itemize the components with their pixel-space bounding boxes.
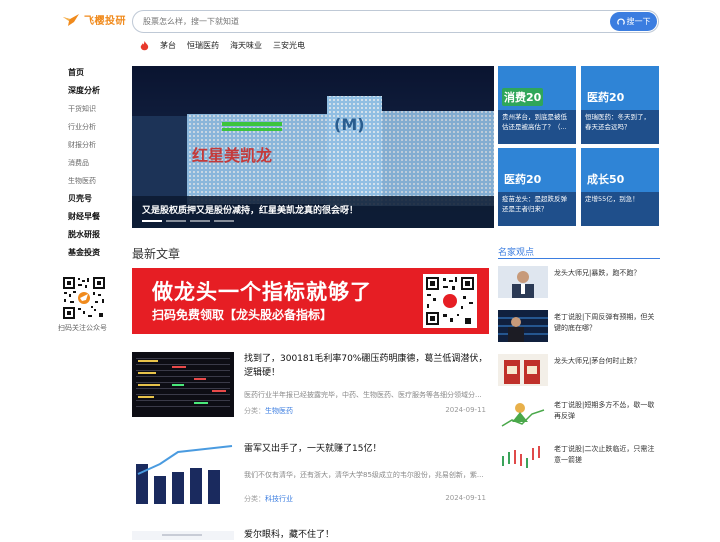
sidebar-item-consumer[interactable]: 消费品 [60,154,120,172]
expert-item[interactable]: 老丁说股|下周反弹有预期，但关键的底在哪？ [498,310,660,344]
sidebar-item-beike[interactable]: 贝壳号 [60,190,120,208]
carousel-dot[interactable] [190,220,210,222]
qr-caption: 扫码关注公众号 [58,324,107,332]
expert-thumbnail [498,354,548,386]
hot-stock-link[interactable]: 茅台 [160,40,176,51]
sidebar-item-funds[interactable]: 基金投资 [60,244,120,262]
carousel-dot[interactable] [142,220,162,222]
sidebar-item-industry[interactable]: 行业分析 [60,118,120,136]
category-label: 分类： [244,407,265,415]
expert-text: 龙头大师兄|茅台何时止跌？ [554,357,641,365]
tile-image: 医药20 [498,148,576,192]
article-thumbnail [132,442,234,507]
search-button-label: 搜一下 [626,17,651,26]
brand-name: 飞樱投研 [84,16,126,27]
tile-image: 消费20 [498,66,576,110]
category-label: 分类： [244,495,265,503]
banner-qr-code [423,274,477,328]
article-date: 2024-09-11 [445,494,486,502]
svg-text:(M): (M) [334,115,365,134]
expert-item[interactable]: 老丁说股|二次止跌临近，只需注意一箭搓 [498,442,660,476]
expert-text: 龙头大师兄|暴跌，跑不跑？ [554,269,641,277]
tile-text: 贵州茅台，到底是被低估还是被高估了？（... [498,110,576,144]
expert-item[interactable]: 龙头大师兄|暴跌，跑不跑？ [498,266,660,300]
tile-image: 成长50 [581,148,659,192]
tile-text: 定增55亿，别急！ [581,192,659,226]
hero-caption: 又是股权质押又是股份减持，红星美凯龙真的很会呀！ [142,206,359,216]
wechat-qr-code [62,276,106,320]
promo-banner[interactable]: 做龙头一个指标就够了 扫码免费领取【龙头股必备指标】 [132,268,489,334]
tile-badge: 成长50 [585,170,627,188]
tile-text: 恒瑞医药：冬天到了，春天还会远吗？ [581,110,659,144]
expert-item[interactable]: 老丁说股|短期多方不怂，歇一歇再反弹 [498,398,660,432]
expert-text: 老丁说股|二次止跌临近，只需注意一箭搓 [554,445,655,464]
expert-item[interactable]: 龙头大师兄|茅台何时止跌？ [498,354,660,388]
expert-text: 老丁说股|短期多方不怂，歇一歇再反弹 [554,401,655,420]
featured-tile[interactable]: 成长50 定增55亿，别急！ [581,148,659,226]
expert-thumbnail [498,310,548,342]
article-excerpt: 我们不仅有清华，还有浙大，清华大学85级成立的韦尔股份，兆易创新，紫... [244,471,484,479]
search-icon [616,17,625,25]
search-button[interactable]: 搜一下 [610,12,657,31]
hot-stock-link[interactable]: 恒瑞医药 [187,40,219,51]
expert-text: 老丁说股|下周反弹有预期，但关键的底在哪？ [554,313,655,332]
svg-text:红星美凯龙: 红星美凯龙 [192,146,272,165]
banner-headline: 做龙头一个指标就够了 [152,280,372,304]
article-thumbnail [132,352,234,417]
featured-tile[interactable]: 医药20 疫苗龙头：是超跌反弹还是王者归来？ [498,148,576,226]
expert-thumbnail [498,398,548,430]
carousel-dot[interactable] [214,220,234,222]
article-title[interactable]: 找到了，300181毛利率70%硼压药明康德，葛兰低调潜伏，逻辑硬！ [244,352,488,380]
sidebar-item-knowledge[interactable]: 干货知识 [60,100,120,118]
tile-badge: 医药20 [585,88,627,106]
hot-stock-link[interactable]: 海天味业 [230,40,262,51]
tile-text: 疫苗龙头：是超跌反弹还是王者归来？ [498,192,576,226]
featured-tile[interactable]: 消费20 贵州茅台，到底是被低估还是被高估了？（... [498,66,576,144]
tile-image: 医药20 [581,66,659,110]
tile-badge: 消费20 [502,88,544,106]
article-card[interactable]: 找到了，300181毛利率70%硼压药明康德，葛兰低调潜伏，逻辑硬！ 医药行业半… [132,352,489,422]
fire-icon [140,40,149,50]
article-card[interactable]: 雷军又出手了，一天就赚了15亿！ 我们不仅有清华，还有浙大，清华大学85级成立的… [132,442,489,512]
hot-stock-link[interactable]: 三安光电 [273,40,305,51]
featured-tile[interactable]: 医药20 恒瑞医药：冬天到了，春天还会远吗？ [581,66,659,144]
bird-logo-icon [63,13,79,26]
experts-title: 名家观点 [498,248,535,258]
sidebar-item-reports[interactable]: 脱水研报 [60,226,120,244]
tile-badge: 医药20 [502,170,544,188]
article-date: 2024-09-11 [445,406,486,414]
experts-divider [498,258,660,259]
article-thumbnail [132,528,234,540]
article-meta: 分类：科技行业 2024-09-11 [244,494,488,504]
article-title[interactable]: 雷军又出手了，一天就赚了15亿！ [244,442,488,456]
site-logo[interactable]: 飞樱投研 [62,12,126,27]
article-meta: 分类：生物医药 2024-09-11 [244,406,488,416]
sidebar-item-home[interactable]: 首页 [60,64,120,82]
banner-subline: 扫码免费领取【龙头股必备指标】 [152,308,333,322]
expert-thumbnail [498,442,548,474]
article-card[interactable]: 爱尔眼科，藏不住了！ [132,528,489,540]
sidebar-item-biomed[interactable]: 生物医药 [60,172,120,190]
carousel-dot[interactable] [166,220,186,222]
carousel-dots [142,220,234,222]
article-category[interactable]: 科技行业 [265,495,293,503]
sidebar-item-deep-analysis[interactable]: 深度分析 [60,82,120,100]
sidebar-item-financials[interactable]: 财报分析 [60,136,120,154]
search-input[interactable] [141,14,601,29]
hot-stocks: 茅台 恒瑞医药 海天味业 三安光电 [140,40,305,51]
expert-thumbnail [498,266,548,298]
hero-carousel[interactable]: 红星美凯龙 (M) 又是股权质押又是股份减持，红星美凯龙真的很会呀！ [132,66,494,228]
article-excerpt: 医药行业半年报已经披露完毕，中药、生物医药、医疗服务等各细分领域分... [244,391,482,399]
sidebar-nav: 首页 深度分析 干货知识 行业分析 财报分析 消费品 生物医药 贝壳号 财经早餐… [60,64,120,262]
latest-articles-title: 最新文章 [132,247,181,261]
sidebar-item-breakfast[interactable]: 财经早餐 [60,208,120,226]
article-category[interactable]: 生物医药 [265,407,293,415]
search-bar: 搜一下 [132,10,659,33]
